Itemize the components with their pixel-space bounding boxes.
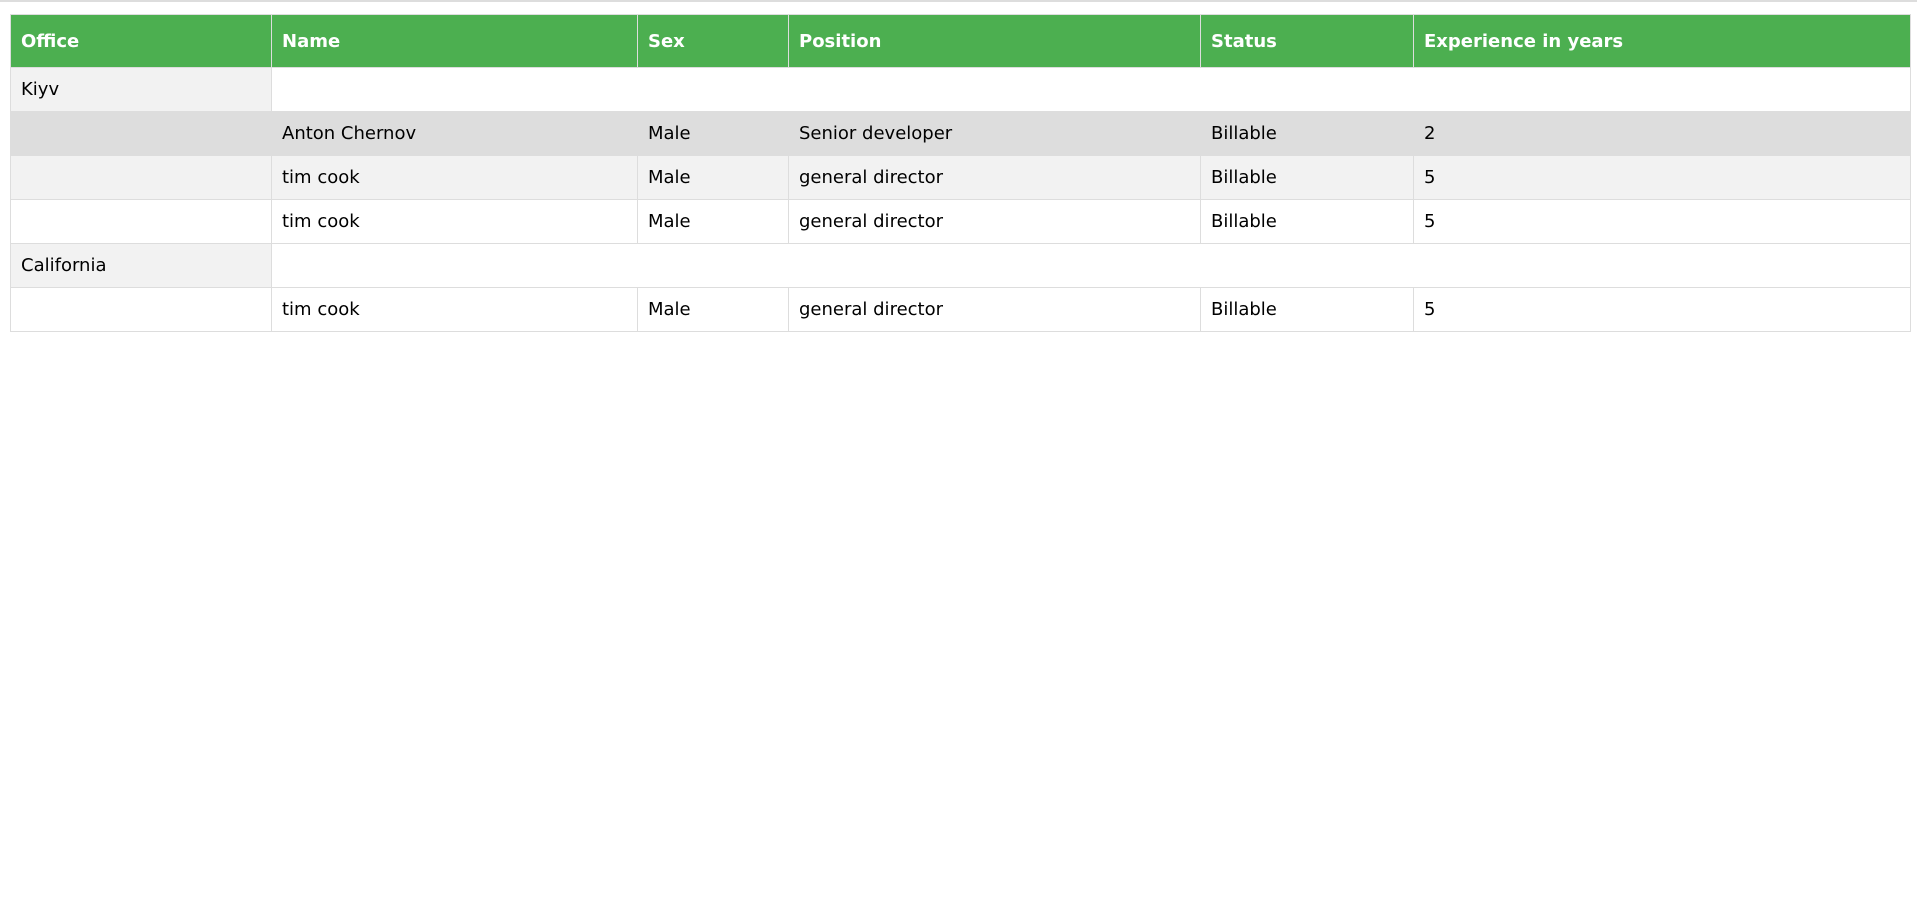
sex-cell: Male — [637, 111, 789, 156]
column-header-name[interactable]: Name — [271, 14, 638, 68]
office-group-row: California — [10, 243, 1911, 288]
office-cell — [10, 199, 272, 244]
office-group-row: Kiyv — [10, 67, 1911, 112]
office-cell — [10, 111, 272, 156]
status-cell: Billable — [1200, 287, 1414, 332]
name-cell: tim cook — [271, 199, 638, 244]
top-border-line — [0, 0, 1917, 2]
experience-cell: 5 — [1413, 199, 1911, 244]
position-cell: general director — [788, 155, 1201, 200]
employees-table-container: Office Name Sex Position Status Experien… — [10, 14, 1911, 332]
table-row[interactable]: tim cook Male general director Billable … — [10, 155, 1911, 200]
table-row[interactable]: tim cook Male general director Billable … — [10, 287, 1911, 332]
sex-cell: Male — [637, 155, 789, 200]
header-row: Office Name Sex Position Status Experien… — [10, 14, 1911, 68]
status-cell: Billable — [1200, 155, 1414, 200]
column-header-status[interactable]: Status — [1200, 14, 1414, 68]
position-cell: general director — [788, 287, 1201, 332]
status-cell: Billable — [1200, 111, 1414, 156]
table-body: Kiyv Anton Chernov Male Senior developer… — [10, 67, 1911, 332]
office-group-fill — [271, 67, 1911, 112]
column-header-sex[interactable]: Sex — [637, 14, 789, 68]
experience-cell: 5 — [1413, 155, 1911, 200]
column-header-office[interactable]: Office — [10, 14, 272, 68]
name-cell: Anton Chernov — [271, 111, 638, 156]
position-cell: general director — [788, 199, 1201, 244]
experience-cell: 2 — [1413, 111, 1911, 156]
column-header-position[interactable]: Position — [788, 14, 1201, 68]
office-group-fill — [271, 243, 1911, 288]
name-cell: tim cook — [271, 155, 638, 200]
sex-cell: Male — [637, 199, 789, 244]
office-cell — [10, 155, 272, 200]
office-group-label: California — [10, 243, 272, 288]
table-row[interactable]: tim cook Male general director Billable … — [10, 199, 1911, 244]
table-row[interactable]: Anton Chernov Male Senior developer Bill… — [10, 111, 1911, 156]
experience-cell: 5 — [1413, 287, 1911, 332]
sex-cell: Male — [637, 287, 789, 332]
table-header: Office Name Sex Position Status Experien… — [10, 14, 1911, 68]
office-group-label: Kiyv — [10, 67, 272, 112]
column-header-experience[interactable]: Experience in years — [1413, 14, 1911, 68]
status-cell: Billable — [1200, 199, 1414, 244]
office-cell — [10, 287, 272, 332]
position-cell: Senior developer — [788, 111, 1201, 156]
name-cell: tim cook — [271, 287, 638, 332]
employees-table: Office Name Sex Position Status Experien… — [10, 14, 1911, 332]
